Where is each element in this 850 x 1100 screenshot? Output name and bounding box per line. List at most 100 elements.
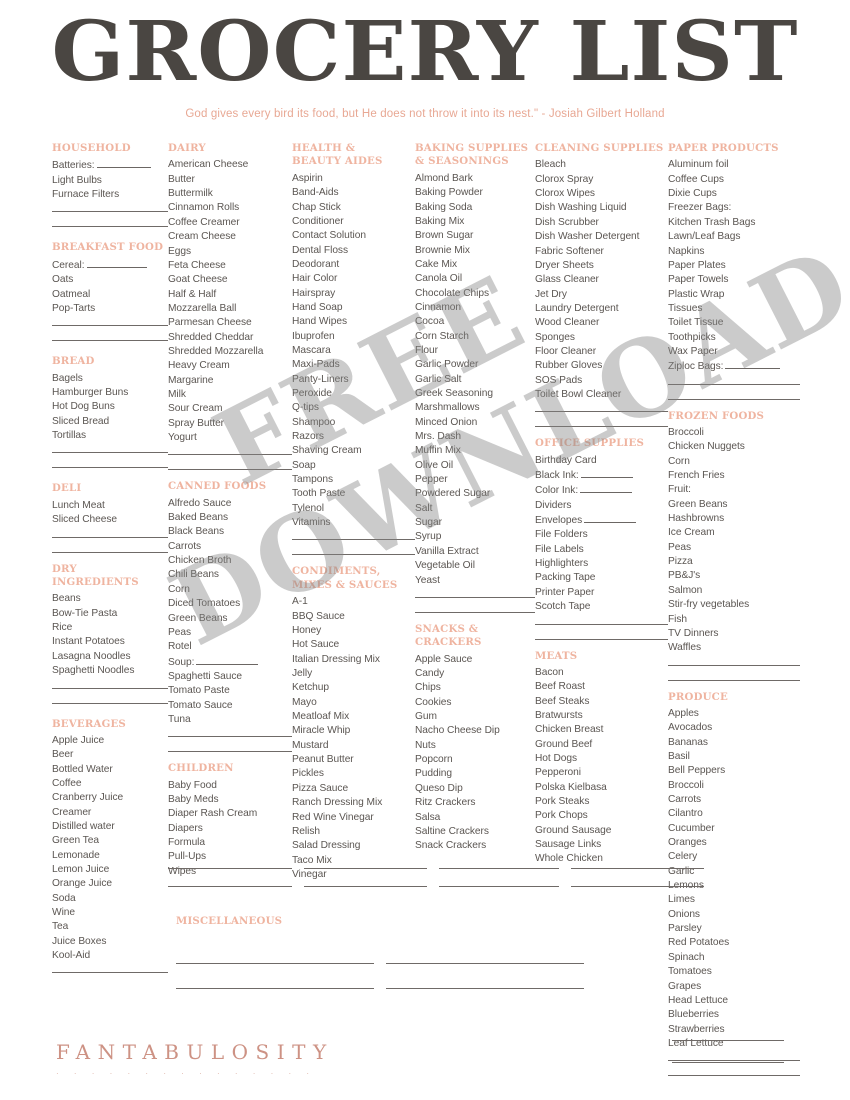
list-item[interactable]: Buttermilk xyxy=(168,187,292,201)
list-item[interactable]: Kitchen Trash Bags xyxy=(668,216,800,230)
list-item[interactable]: Canola Oil xyxy=(415,272,535,286)
list-item[interactable]: Band-Aids xyxy=(292,186,415,200)
list-item[interactable]: Butter xyxy=(168,173,292,187)
list-item[interactable]: Tissues xyxy=(668,302,800,316)
list-item[interactable]: Ground Sausage xyxy=(535,824,668,838)
list-item[interactable]: Green Tea xyxy=(52,834,168,848)
list-item[interactable]: Batteries: xyxy=(52,158,168,173)
list-item[interactable]: Cilantro xyxy=(668,807,800,821)
list-item[interactable]: Tea xyxy=(52,920,168,934)
list-item[interactable]: Tortillas xyxy=(52,429,168,443)
list-item[interactable]: Paper Plates xyxy=(668,259,800,273)
list-item[interactable]: Chicken Broth xyxy=(168,554,292,568)
list-item[interactable]: Peroxide xyxy=(292,387,415,401)
blank-rule[interactable] xyxy=(168,868,292,869)
list-item[interactable]: Celery xyxy=(668,850,800,864)
list-item[interactable]: Popcorn xyxy=(415,753,535,767)
list-item[interactable]: Head Lettuce xyxy=(668,994,800,1008)
list-item[interactable]: Feta Cheese xyxy=(168,259,292,273)
list-item[interactable]: Ritz Crackers xyxy=(415,796,535,810)
list-item[interactable]: Scotch Tape xyxy=(535,600,668,614)
list-item[interactable]: Garlic xyxy=(668,865,800,879)
list-item[interactable]: Spaghetti Sauce xyxy=(168,670,292,684)
blank-rule[interactable] xyxy=(439,886,559,887)
list-item[interactable]: Wood Cleaner xyxy=(535,316,668,330)
list-item[interactable]: Avocados xyxy=(668,721,800,735)
list-item[interactable]: File Folders xyxy=(535,528,668,542)
list-item[interactable]: Taco Mix xyxy=(292,854,415,868)
blank-rule[interactable] xyxy=(52,536,168,538)
list-item[interactable]: Pudding xyxy=(415,767,535,781)
list-item[interactable]: Hand Soap xyxy=(292,301,415,315)
list-item[interactable]: Cake Mix xyxy=(415,258,535,272)
list-item[interactable]: Waffles xyxy=(668,641,800,655)
list-item[interactable]: Dental Floss xyxy=(292,244,415,258)
list-item[interactable]: Hair Color xyxy=(292,272,415,286)
list-item[interactable]: Dish Washing Liquid xyxy=(535,201,668,215)
list-item[interactable]: Pickles xyxy=(292,767,415,781)
list-item[interactable]: Green Beans xyxy=(668,498,800,512)
list-item[interactable]: Chap Stick xyxy=(292,201,415,215)
list-item[interactable]: Tooth Paste xyxy=(292,487,415,501)
list-item[interactable]: Baking Powder xyxy=(415,186,535,200)
list-item[interactable]: Alfredo Sauce xyxy=(168,497,292,511)
list-item[interactable]: Mascara xyxy=(292,344,415,358)
list-item[interactable]: Carrots xyxy=(168,540,292,554)
list-item[interactable]: Polska Kielbasa xyxy=(535,781,668,795)
list-item[interactable]: Oats xyxy=(52,273,168,287)
list-item[interactable]: Beef Roast xyxy=(535,680,668,694)
list-item[interactable]: A-1 xyxy=(292,595,415,609)
fillin-line[interactable] xyxy=(584,513,637,524)
list-item[interactable]: Bow-Tie Pasta xyxy=(52,607,168,621)
list-item[interactable]: Orange Juice xyxy=(52,877,168,891)
list-item[interactable]: Powdered Sugar xyxy=(415,487,535,501)
list-item[interactable]: Chips xyxy=(415,681,535,695)
blank-rule[interactable] xyxy=(415,596,535,598)
list-item[interactable]: Cookies xyxy=(415,696,535,710)
list-item[interactable]: Chicken Nuggets xyxy=(668,440,800,454)
list-item[interactable]: Toilet Bowl Cleaner xyxy=(535,388,668,402)
list-item[interactable]: Flour xyxy=(415,344,535,358)
list-item[interactable]: Pop-Tarts xyxy=(52,302,168,316)
list-item[interactable]: Dish Scrubber xyxy=(535,216,668,230)
list-item[interactable]: Chili Beans xyxy=(168,568,292,582)
list-item[interactable]: Diaper Rash Cream xyxy=(168,807,292,821)
blank-rule[interactable] xyxy=(168,454,292,456)
list-item[interactable]: Coffee xyxy=(52,777,168,791)
list-item[interactable]: Fruit: xyxy=(668,483,800,497)
list-item[interactable]: Clorox Spray xyxy=(535,173,668,187)
list-item[interactable]: Color Ink: xyxy=(535,483,668,498)
list-item[interactable]: Ranch Dressing Mix xyxy=(292,796,415,810)
list-item[interactable]: Marshmallows xyxy=(415,401,535,415)
list-item[interactable]: Garlic Powder xyxy=(415,358,535,372)
list-item[interactable]: Black Beans xyxy=(168,525,292,539)
list-item[interactable]: Pepperoni xyxy=(535,766,668,780)
list-item[interactable]: Fabric Softener xyxy=(535,245,668,259)
blank-rule[interactable] xyxy=(52,452,168,454)
list-item[interactable]: Mozzarella Ball xyxy=(168,302,292,316)
list-item[interactable]: Jet Dry xyxy=(535,288,668,302)
blank-rule[interactable] xyxy=(52,325,168,327)
list-item[interactable]: Whole Chicken xyxy=(535,852,668,866)
blank-rule[interactable] xyxy=(52,687,168,689)
list-item[interactable]: Peas xyxy=(668,541,800,555)
list-item[interactable]: Parmesan Cheese xyxy=(168,316,292,330)
list-item[interactable]: Basil xyxy=(668,750,800,764)
list-item[interactable]: Candy xyxy=(415,667,535,681)
list-item[interactable]: Dish Washer Detergent xyxy=(535,230,668,244)
list-item[interactable]: Fish xyxy=(668,613,800,627)
list-item[interactable]: Ziploc Bags: xyxy=(668,359,800,374)
list-item[interactable]: Cucumber xyxy=(668,822,800,836)
list-item[interactable]: Paper Towels xyxy=(668,273,800,287)
list-item[interactable]: Apples xyxy=(668,707,800,721)
list-item[interactable]: Tylenol xyxy=(292,502,415,516)
list-item[interactable]: Hairspray xyxy=(292,287,415,301)
list-item[interactable]: Peas xyxy=(168,626,292,640)
fillin-line[interactable] xyxy=(580,483,633,494)
list-item[interactable]: Light Bulbs xyxy=(52,174,168,188)
list-item[interactable]: Kool-Aid xyxy=(52,949,168,963)
list-item[interactable]: Dividers xyxy=(535,499,668,513)
list-item[interactable]: Tomatoes xyxy=(668,965,800,979)
list-item[interactable]: Coffee Cups xyxy=(668,173,800,187)
list-item[interactable]: Pizza Sauce xyxy=(292,782,415,796)
